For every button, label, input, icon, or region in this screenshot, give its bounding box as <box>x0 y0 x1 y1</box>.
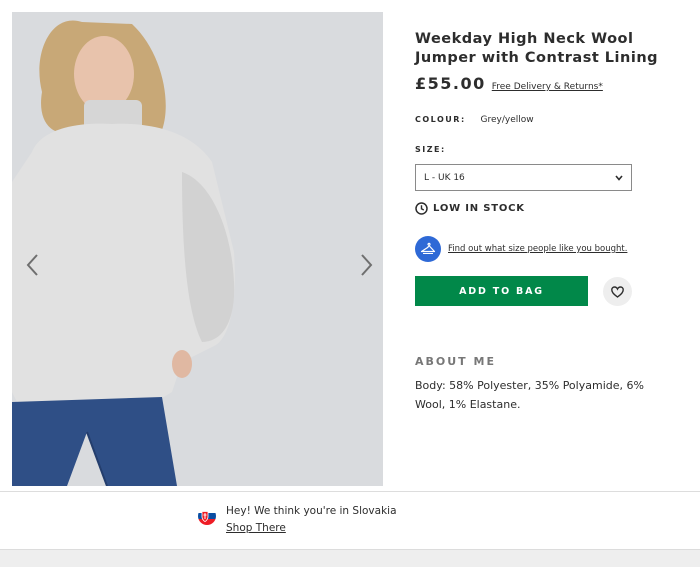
previous-image-button[interactable] <box>22 250 44 280</box>
chevron-down-icon <box>615 174 623 181</box>
stock-status-text: LOW IN STOCK <box>433 203 525 214</box>
save-for-later-button[interactable] <box>603 277 632 306</box>
add-to-bag-button[interactable]: ADD TO BAG <box>415 276 588 306</box>
geo-location-banner <box>0 491 700 549</box>
fit-assistant[interactable]: Find out what size people like you bough… <box>415 236 627 262</box>
colour-row: COLOUR: Grey/yellow <box>415 115 534 125</box>
size-label: SIZE: <box>415 145 446 154</box>
next-image-button[interactable] <box>355 250 377 280</box>
size-selected-value: L - UK 16 <box>424 172 465 183</box>
page-footer-strip <box>0 549 700 567</box>
chevron-left-icon <box>26 254 38 276</box>
heart-icon <box>611 285 624 298</box>
slovakia-flag-icon <box>198 507 216 525</box>
product-image-gallery <box>12 12 383 486</box>
fit-assistant-link[interactable]: Find out what size people like you bough… <box>448 244 627 254</box>
fit-assistant-badge[interactable] <box>415 236 441 262</box>
delivery-returns-link[interactable]: Free Delivery & Returns* <box>492 82 603 92</box>
hanger-icon <box>420 242 436 254</box>
about-me-heading: ABOUT ME <box>415 355 496 368</box>
clock-icon <box>415 202 428 215</box>
product-price: £55.00 <box>415 74 486 93</box>
size-dropdown[interactable]: L - UK 16 <box>415 164 632 191</box>
chevron-right-icon <box>361 254 373 276</box>
colour-label: COLOUR: <box>415 115 466 124</box>
price-row: £55.00 Free Delivery & Returns* <box>415 74 603 93</box>
product-title: Weekday High Neck Wool Jumper with Contr… <box>415 31 659 66</box>
geo-banner-message: Hey! We think you're in Slovakia <box>226 505 397 517</box>
colour-value: Grey/yellow <box>480 115 534 125</box>
about-me-body: Body: 58% Polyester, 35% Polyamide, 6% W… <box>415 379 644 411</box>
stock-status: LOW IN STOCK <box>415 202 525 215</box>
shop-there-link[interactable]: Shop There <box>226 522 286 534</box>
product-image <box>12 12 383 486</box>
